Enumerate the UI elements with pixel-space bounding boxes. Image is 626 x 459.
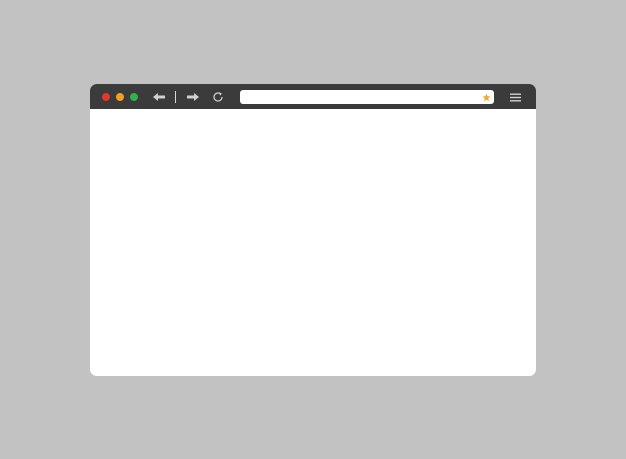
forward-button[interactable] <box>185 90 201 104</box>
page-viewport[interactable] <box>90 109 536 376</box>
browser-toolbar <box>90 84 536 109</box>
close-window-button[interactable] <box>102 93 110 101</box>
toolbar-divider <box>175 91 176 103</box>
minimize-window-button[interactable] <box>116 93 124 101</box>
desktop-background <box>0 0 626 459</box>
reload-button[interactable] <box>210 90 226 104</box>
maximize-window-button[interactable] <box>130 93 138 101</box>
browser-window <box>90 84 536 376</box>
star-icon <box>481 92 491 101</box>
back-button[interactable] <box>151 90 167 104</box>
hamburger-menu-icon <box>509 93 521 101</box>
arrow-left-icon <box>153 93 165 101</box>
address-bar-input[interactable] <box>240 90 494 104</box>
arrow-right-icon <box>187 93 199 101</box>
bookmark-button[interactable] <box>480 91 492 103</box>
reload-icon <box>213 92 223 102</box>
menu-button[interactable] <box>508 91 522 103</box>
